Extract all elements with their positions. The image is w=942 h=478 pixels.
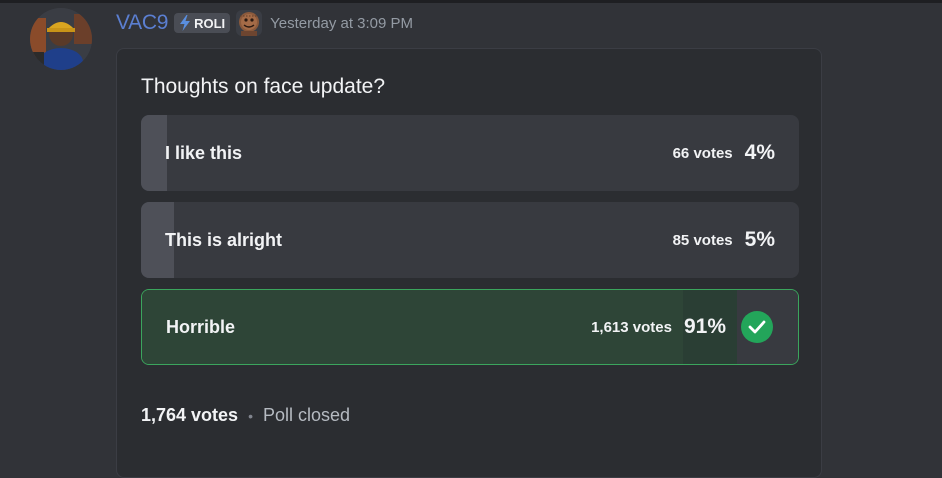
vote-count: 66 votes (672, 144, 733, 162)
role-icon[interactable] (236, 10, 263, 36)
checkmark-icon (741, 311, 773, 343)
answer-stats: 1,613 votes 91% (591, 290, 726, 364)
vote-count: 85 votes (672, 231, 733, 249)
answer-stats: 85 votes 5% (673, 202, 775, 278)
avatar[interactable] (30, 8, 92, 70)
vote-percent: 91% (683, 315, 726, 338)
separator-dot: • (248, 407, 253, 424)
total-votes[interactable]: 1,764 votes (141, 405, 238, 426)
tag-label: ROLI (194, 15, 226, 31)
vote-fill-bar (141, 115, 167, 191)
timestamp[interactable]: Yesterday at 3:09 PM (270, 15, 413, 32)
poll-card: Thoughts on face update? I like this 66 … (116, 48, 822, 478)
poll-question: Thoughts on face update? (141, 75, 386, 98)
top-divider (0, 0, 942, 3)
roli-tag[interactable]: ROLI (174, 13, 231, 33)
poll-footer: 1,764 votes • Poll closed (141, 405, 350, 426)
vote-percent: 5% (744, 228, 775, 251)
answer-label: Horrible (166, 316, 236, 337)
answer-stats: 66 votes 4% (673, 115, 775, 191)
poll-answer[interactable]: I like this 66 votes 4% (141, 115, 799, 191)
vote-percent: 4% (744, 141, 775, 164)
poll-answer-selected[interactable]: Horrible 1,613 votes 91% (141, 289, 799, 365)
answer-label: I like this (165, 142, 243, 163)
lightning-icon (180, 15, 191, 31)
answer-label: This is alright (165, 229, 283, 250)
vote-count: 1,613 votes (591, 318, 672, 336)
poll-answer[interactable]: This is alright 85 votes 5% (141, 202, 799, 278)
username[interactable]: VAC9 (116, 11, 168, 35)
message-header: VAC9 ROLI Yesterday at 3:09 PM (116, 9, 413, 37)
poll-status: Poll closed (262, 405, 351, 425)
